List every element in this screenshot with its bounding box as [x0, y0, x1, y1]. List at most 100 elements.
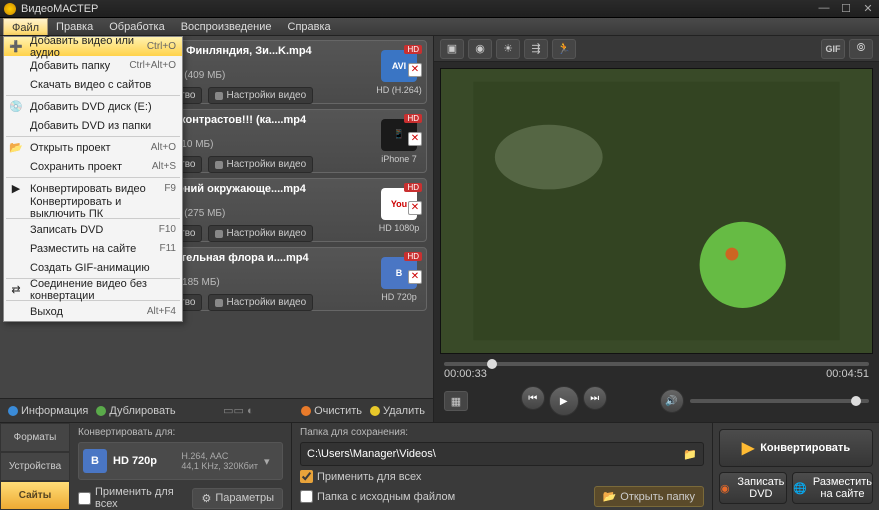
menu-item-15[interactable]: Создать GIF-анимацию — [4, 258, 182, 277]
menu-item-1[interactable]: Добавить папкуCtrl+Alt+O — [4, 56, 182, 75]
format-label: iPhone 7 — [381, 154, 417, 164]
settings-button[interactable]: Настройки видео — [208, 294, 313, 311]
preview-pane: ▣ ◉ ☀ ⇶ 🏃 GIF ⦾ 00:00:33 00:04:51 ▦ ⏮ ▶ … — [434, 36, 879, 422]
folder-apply-all-checkbox[interactable]: Применить для всех — [300, 470, 421, 483]
seek-slider[interactable] — [444, 362, 869, 366]
brightness-icon[interactable]: ☀ — [496, 39, 520, 59]
play-button[interactable]: ▶ — [549, 386, 579, 416]
open-folder-button[interactable]: 📂Открыть папку — [594, 486, 704, 507]
menu-item-0[interactable]: ➕Добавить видео или аудиоCtrl+O — [4, 37, 182, 56]
dvd-icon: ◉ — [720, 482, 730, 495]
hd-badge: HD — [404, 252, 422, 261]
add-icon: ➕ — [8, 39, 24, 55]
menu-item-13[interactable]: Записать DVDF10 — [4, 220, 182, 239]
video-preview[interactable] — [440, 68, 873, 354]
volume-icon[interactable]: 🔊 — [660, 389, 684, 413]
menu-file[interactable]: Файл — [3, 18, 48, 35]
menu-help[interactable]: Справка — [280, 18, 339, 35]
hd-badge: HD — [404, 183, 422, 192]
menu-item-17[interactable]: ⇄Соединение видео без конвертации — [4, 280, 182, 299]
convert-arrow-icon: ▶ — [742, 438, 754, 458]
menu-item-2[interactable]: Скачать видео с сайтов — [4, 75, 182, 94]
menu-edit[interactable]: Правка — [48, 18, 101, 35]
folder-panel: Папка для сохранения: C:\Users\Manager\V… — [292, 423, 713, 510]
menu-item-8[interactable]: Сохранить проектAlt+S — [4, 157, 182, 176]
folder-label: Папка для сохранения: — [300, 427, 704, 438]
folder-icon: 📂 — [603, 490, 617, 503]
menu-item-7[interactable]: 📂Открыть проектAlt+O — [4, 138, 182, 157]
crop-icon[interactable]: ▣ — [440, 39, 464, 59]
tab-formats[interactable]: Форматы — [0, 423, 70, 452]
snapshot-icon[interactable]: ⦾ — [849, 39, 873, 59]
blank-icon — [8, 222, 24, 238]
blank-icon — [8, 200, 24, 216]
vk-icon: B — [83, 449, 107, 473]
folder-icon: 📂 — [8, 140, 24, 156]
remove-file-button[interactable]: ✕ — [408, 270, 422, 284]
info-button[interactable]: Информация — [8, 405, 88, 417]
upload-button[interactable]: 🌐Разместить на сайте — [792, 472, 873, 504]
gif-button[interactable]: GIF — [821, 39, 845, 59]
blank-icon — [8, 77, 24, 93]
menu-item-4[interactable]: 💿Добавить DVD диск (E:) — [4, 97, 182, 116]
next-button[interactable]: ⏭ — [583, 386, 607, 410]
menu-item-11[interactable]: Конвертировать и выключить ПК — [4, 198, 182, 217]
settings-button[interactable]: Настройки видео — [208, 225, 313, 242]
play-icon: ▶ — [8, 181, 24, 197]
remove-file-button[interactable]: ✕ — [408, 201, 422, 215]
hd-badge: HD — [404, 45, 422, 54]
gear-icon: ⚙ — [201, 492, 211, 505]
blank-icon — [8, 304, 24, 320]
motion-icon[interactable]: 🏃 — [552, 39, 576, 59]
list-toolbar: Информация Дублировать ▭▭ ◐ Очистить Уда… — [0, 398, 433, 422]
blank-icon — [8, 159, 24, 175]
clear-button[interactable]: Очистить — [301, 405, 362, 417]
duplicate-button[interactable]: Дублировать — [96, 405, 175, 417]
settings-button[interactable]: Настройки видео — [208, 87, 313, 104]
hd-badge: HD — [404, 114, 422, 123]
tab-sites[interactable]: Сайты — [0, 481, 70, 510]
apply-all-checkbox[interactable]: Применить для всех — [78, 486, 180, 510]
time-current: 00:00:33 — [444, 368, 487, 380]
format-label: HD (H.264) — [376, 85, 422, 95]
menu-playback[interactable]: Воспроизведение — [173, 18, 280, 35]
convert-label: Конвертировать для: — [78, 427, 283, 438]
menu-process[interactable]: Обработка — [101, 18, 172, 35]
burn-dvd-button[interactable]: ◉Записать DVD — [719, 472, 787, 504]
settings-button[interactable]: Настройки видео — [208, 156, 313, 173]
maximize-button[interactable]: ☐ — [839, 2, 853, 15]
blank-icon — [8, 118, 24, 134]
window-title: ВидеоМАСТЕР — [21, 3, 817, 15]
view-toggle-icon[interactable]: ▭▭ ◐ — [223, 404, 254, 417]
format-label: HD 1080p — [379, 223, 420, 233]
effects-icon[interactable]: ◉ — [468, 39, 492, 59]
format-tabs: Форматы Устройства Сайты — [0, 423, 70, 510]
source-folder-checkbox[interactable]: Папка с исходным файлом — [300, 490, 455, 503]
volume-slider[interactable] — [690, 399, 870, 403]
speed-icon[interactable]: ⇶ — [524, 39, 548, 59]
format-selector[interactable]: B HD 720p H.264, AAC 44,1 KHz, 320Кбит ▾ — [78, 442, 283, 480]
remove-file-button[interactable]: ✕ — [408, 132, 422, 146]
menu-item-19[interactable]: ВыходAlt+F4 — [4, 302, 182, 321]
file-dropdown: ➕Добавить видео или аудиоCtrl+OДобавить … — [3, 36, 183, 322]
chevron-down-icon[interactable]: ▾ — [264, 455, 278, 468]
action-panel: ▶Конвертировать ◉Записать DVD 🌐Разместит… — [713, 423, 879, 510]
remove-file-button[interactable]: ✕ — [408, 63, 422, 77]
convert-button[interactable]: ▶Конвертировать — [719, 429, 873, 467]
close-button[interactable]: ✕ — [861, 2, 875, 15]
menu-item-14[interactable]: Разместить на сайтеF11 — [4, 239, 182, 258]
blank-icon — [8, 241, 24, 257]
delete-button[interactable]: Удалить — [370, 405, 425, 417]
params-button[interactable]: ⚙Параметры — [192, 488, 283, 509]
join-icon: ⇄ — [8, 282, 24, 298]
blank-icon — [8, 260, 24, 276]
app-logo-icon — [4, 3, 16, 15]
browse-icon[interactable]: 📁 — [683, 448, 697, 461]
minimize-button[interactable]: — — [817, 2, 831, 15]
tab-devices[interactable]: Устройства — [0, 452, 70, 481]
menu-item-5[interactable]: Добавить DVD из папки — [4, 116, 182, 135]
prev-button[interactable]: ⏮ — [521, 386, 545, 410]
time-total: 00:04:51 — [826, 368, 869, 380]
output-path[interactable]: C:\Users\Manager\Videos\ 📁 — [300, 442, 704, 466]
frame-icon[interactable]: ▦ — [444, 391, 468, 411]
